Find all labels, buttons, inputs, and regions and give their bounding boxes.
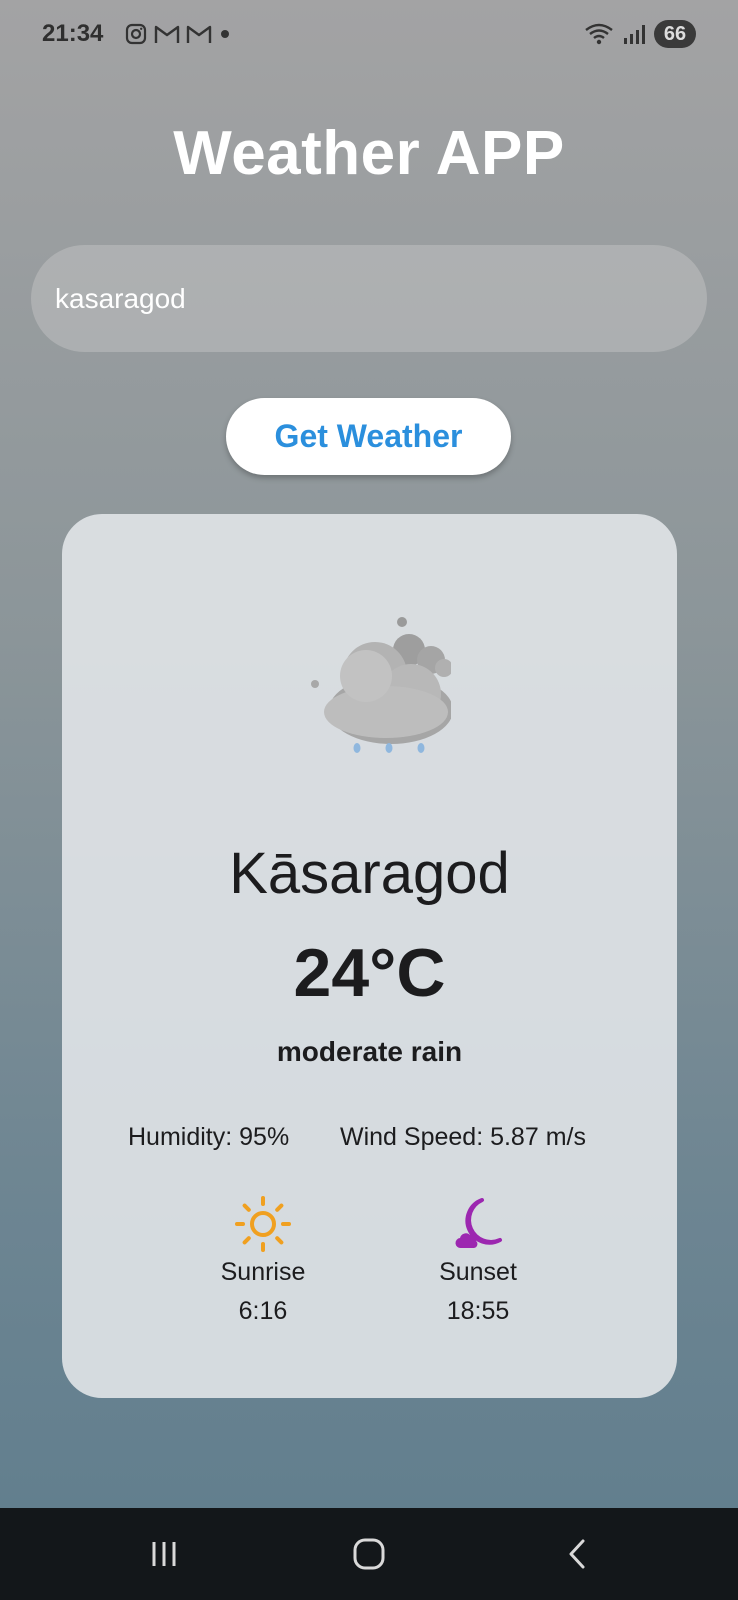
signal-icon (624, 25, 645, 44)
sunset-time: 18:55 (446, 1297, 510, 1325)
humidity-text: Humidity: 95% (128, 1123, 290, 1151)
sunrise-label: Sunrise (220, 1258, 306, 1286)
sunrise-time: 6:16 (238, 1297, 288, 1325)
city-search-input[interactable] (31, 245, 707, 352)
city-name: Kāsaragod (229, 841, 510, 906)
status-time: 21:34 (42, 20, 104, 47)
weather-description: moderate rain (276, 1036, 463, 1067)
sunrise-block: Sunrise 6:16 (183, 1194, 343, 1326)
sun-icon (235, 1196, 291, 1252)
cloud-rain-icon (311, 617, 451, 753)
app-title: Weather APP (173, 119, 565, 188)
instagram-icon (125, 23, 147, 45)
gmail-icon-2 (186, 25, 212, 43)
moon-cloud-icon (455, 1198, 502, 1249)
notification-icons (124, 22, 232, 46)
status-bar: 21:34 66 (0, 0, 738, 70)
recents-button[interactable] (142, 1534, 186, 1574)
weather-card: Kāsaragod 24°C moderate rain Humidity: 9… (62, 514, 677, 1398)
battery-icon: 66 (654, 20, 696, 48)
temperature: 24°C (293, 935, 446, 1011)
get-weather-button[interactable]: Get Weather (226, 398, 511, 475)
dot-icon (221, 30, 229, 38)
home-icon (353, 1538, 385, 1570)
back-button[interactable] (556, 1534, 600, 1574)
sunset-block: Sunset 18:55 (398, 1194, 558, 1326)
back-icon (569, 1539, 585, 1569)
recents-icon (152, 1542, 176, 1566)
wifi-icon (585, 23, 613, 45)
home-button[interactable] (347, 1534, 391, 1574)
sunset-label: Sunset (439, 1258, 517, 1286)
system-icons: 66 (584, 20, 696, 48)
gmail-icon (154, 25, 180, 43)
navigation-bar (0, 1508, 738, 1600)
wind-speed-text: Wind Speed: 5.87 m/s (340, 1123, 586, 1151)
